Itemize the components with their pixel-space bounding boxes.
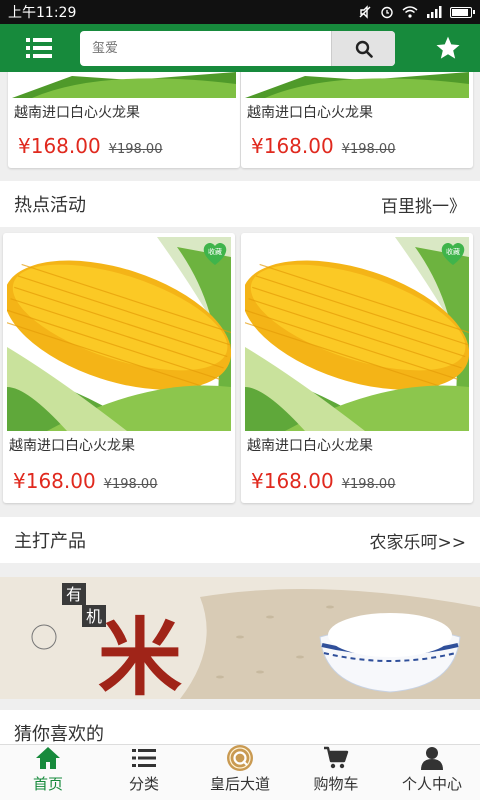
product-image: 收藏 xyxy=(7,237,231,431)
search-box xyxy=(80,31,395,66)
bottom-nav: 首页 分类 皇后大道 购物车 个人中心 xyxy=(0,744,480,800)
favorite-heart-icon[interactable]: 收藏 xyxy=(439,239,467,267)
favorite-heart-icon[interactable]: 收藏 xyxy=(201,239,229,267)
cart-icon xyxy=(324,746,349,769)
product-prices: ¥168.00 ¥198.00 xyxy=(251,134,395,158)
status-bar: 上午11:29 xyxy=(0,0,480,24)
hot-section-header: 热点活动 百里挑一》 xyxy=(0,181,480,227)
nav-cart[interactable]: 购物车 xyxy=(288,745,384,800)
product-title: 越南进口白心火龙果 xyxy=(9,438,135,454)
product-card[interactable]: 越南进口白心火龙果 ¥168.00 ¥198.00 xyxy=(241,72,473,168)
main-section-more-link[interactable]: 农家乐呵>> xyxy=(370,528,467,553)
star-icon xyxy=(436,36,460,59)
product-price: ¥168.00 xyxy=(18,134,101,158)
signal-icon xyxy=(427,6,442,18)
product-title: 越南进口白心火龙果 xyxy=(247,105,373,121)
product-title: 越南进口白心火龙果 xyxy=(247,438,373,454)
guess-section-header: 猜你喜欢的 xyxy=(0,710,480,744)
product-row-top: 越南进口白心火龙果 ¥168.00 ¥198.00 越南进口白心火龙果 ¥168… xyxy=(0,72,480,172)
favorite-badge-text: 收藏 xyxy=(446,247,460,256)
wifi-icon xyxy=(402,6,418,18)
main-content: 越南进口白心火龙果 ¥168.00 ¥198.00 越南进口白心火龙果 ¥168… xyxy=(0,72,480,744)
nav-queen-avenue[interactable]: 皇后大道 xyxy=(192,745,288,800)
nav-queen-avenue-label: 皇后大道 xyxy=(209,775,270,793)
product-price: ¥168.00 xyxy=(251,134,334,158)
product-old-price: ¥198.00 xyxy=(103,477,158,492)
q-badge-icon xyxy=(227,745,253,771)
banner-big-char: 米 xyxy=(98,608,182,699)
product-prices: ¥168.00 ¥198.00 xyxy=(251,469,395,493)
product-old-price: ¥198.00 xyxy=(108,142,163,157)
mute-icon xyxy=(359,5,371,19)
product-card[interactable]: 越南进口白心火龙果 ¥168.00 ¥198.00 xyxy=(8,72,240,168)
list-icon xyxy=(132,749,156,767)
nav-cart-label: 购物车 xyxy=(313,775,359,793)
app-header xyxy=(0,24,480,72)
nav-category[interactable]: 分类 xyxy=(96,745,192,800)
hot-products-row: 收藏 越南进口白心火龙果 ¥168.00 ¥198.00 收藏 越南进口白心火龙… xyxy=(0,233,480,505)
corn-leaf-image xyxy=(245,72,469,98)
favorite-button[interactable] xyxy=(430,30,466,66)
hot-section-more-link[interactable]: 百里挑一》 xyxy=(381,192,466,217)
product-price: ¥168.00 xyxy=(13,469,96,493)
nav-profile[interactable]: 个人中心 xyxy=(384,745,480,800)
menu-button[interactable] xyxy=(0,24,78,72)
favorite-badge-text: 收藏 xyxy=(208,247,222,256)
rice-banner[interactable]: 有 机 米 xyxy=(0,577,480,699)
corn-image xyxy=(7,237,231,431)
product-prices: ¥168.00 ¥198.00 xyxy=(13,469,157,493)
main-section-header: 主打产品 农家乐呵>> xyxy=(0,517,480,563)
product-old-price: ¥198.00 xyxy=(341,477,396,492)
product-price: ¥168.00 xyxy=(251,469,334,493)
product-card[interactable]: 收藏 越南进口白心火龙果 ¥168.00 ¥198.00 xyxy=(3,233,235,503)
product-image xyxy=(245,72,469,98)
nav-home-label: 首页 xyxy=(32,775,63,793)
battery-icon xyxy=(450,6,475,18)
guess-section-title: 猜你喜欢的 xyxy=(14,724,104,744)
nav-profile-label: 个人中心 xyxy=(401,775,462,793)
nav-category-label: 分类 xyxy=(128,775,159,793)
main-section-title: 主打产品 xyxy=(14,531,86,552)
product-image xyxy=(12,72,236,98)
banner-tag-1: 有 xyxy=(66,585,82,604)
corn-image xyxy=(245,237,469,431)
menu-icon xyxy=(26,38,52,58)
nav-home[interactable]: 首页 xyxy=(0,745,96,800)
product-old-price: ¥198.00 xyxy=(341,142,396,157)
status-time: 上午11:29 xyxy=(8,5,77,21)
status-icons xyxy=(358,5,475,19)
product-prices: ¥168.00 ¥198.00 xyxy=(18,134,162,158)
home-icon xyxy=(36,747,60,769)
product-image: 收藏 xyxy=(245,237,469,431)
search-button[interactable] xyxy=(331,31,395,66)
search-input[interactable] xyxy=(80,31,331,66)
product-title: 越南进口白心火龙果 xyxy=(14,105,140,121)
search-icon xyxy=(355,40,373,58)
rice-banner-image: 有 机 米 xyxy=(0,577,480,699)
hot-section-title: 热点活动 xyxy=(14,195,86,216)
product-card[interactable]: 收藏 越南进口白心火龙果 ¥168.00 ¥198.00 xyxy=(241,233,473,503)
user-icon xyxy=(421,747,443,770)
corn-leaf-image xyxy=(12,72,236,98)
alarm-icon xyxy=(381,6,393,19)
